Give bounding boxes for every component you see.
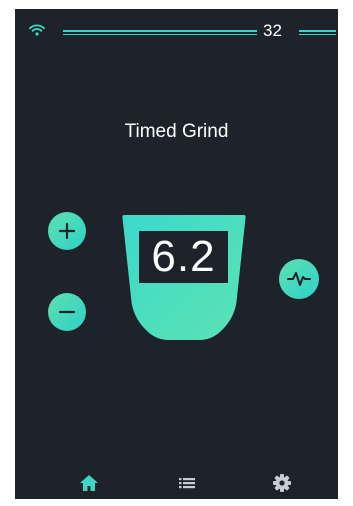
device-screen: 32 Timed Grind 6.2 — [15, 9, 338, 499]
gear-icon — [273, 474, 291, 492]
minus-icon — [58, 310, 76, 314]
page-title: Timed Grind — [124, 121, 229, 142]
increase-button[interactable] — [48, 212, 86, 250]
pulse-button[interactable] — [279, 259, 319, 299]
home-icon — [80, 475, 98, 491]
nav-home[interactable] — [78, 472, 100, 494]
status-bar: 32 — [15, 9, 338, 53]
grind-time-display: 6.2 — [151, 232, 216, 281]
list-icon — [179, 478, 195, 489]
status-value: 32 — [263, 21, 282, 40]
nav-list[interactable] — [176, 472, 198, 494]
pulse-icon — [287, 272, 311, 286]
status-line-left — [63, 30, 257, 35]
wifi-icon — [29, 24, 45, 36]
status-line-right — [299, 30, 336, 35]
plus-icon — [58, 222, 76, 240]
nav-settings[interactable] — [271, 472, 293, 494]
decrease-button[interactable] — [48, 293, 86, 331]
